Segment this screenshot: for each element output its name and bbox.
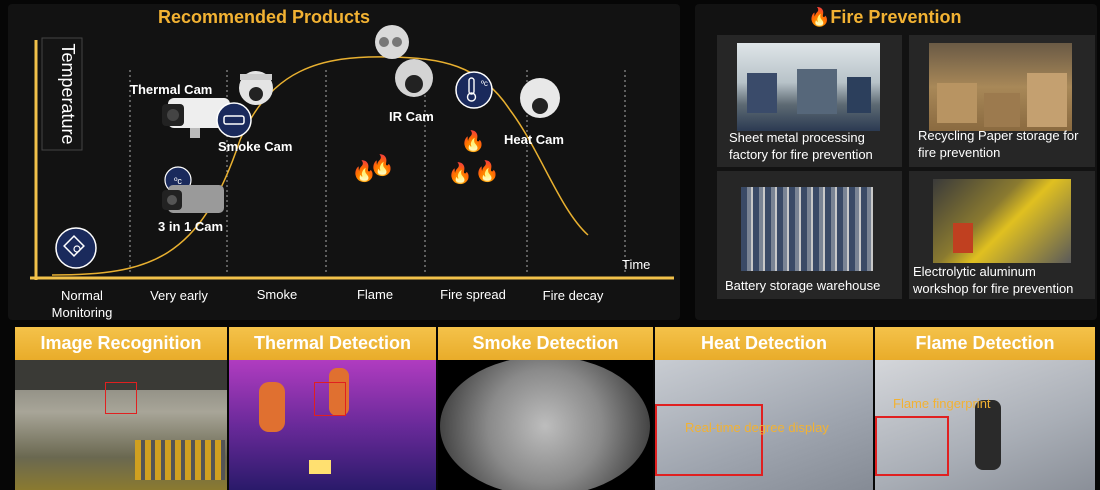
fire-prevention-title: Fire Prevention bbox=[830, 7, 962, 27]
product-label-smoke: Smoke Cam bbox=[218, 139, 293, 154]
product-label-ir: IR Cam bbox=[389, 109, 434, 124]
detection-tile-heat[interactable]: Heat Detection Real-time degree display bbox=[655, 327, 873, 490]
paper-storage-photo bbox=[929, 43, 1072, 131]
product-label-thermal: Thermal Cam bbox=[130, 82, 213, 97]
smoke-fisheye-photo bbox=[438, 360, 653, 490]
x-axis-label: Time bbox=[622, 257, 650, 272]
card-caption: Battery storage warehouse bbox=[725, 278, 881, 293]
svg-text:ºc: ºc bbox=[174, 176, 182, 186]
stage-label-very-early: Very early bbox=[150, 288, 208, 303]
heat-photo: Real-time degree display bbox=[655, 360, 873, 490]
overlay-label: Real-time degree display bbox=[685, 420, 829, 435]
product-label-3in1: 3 in 1 Cam bbox=[158, 219, 224, 234]
stage-label-fire-spread: Fire spread bbox=[440, 287, 506, 302]
fire-prevention-card-aluminum[interactable]: Electrolytic aluminum workshop for fire … bbox=[909, 171, 1095, 299]
detection-tile-flame[interactable]: Flame Detection Flame fingerprint bbox=[875, 327, 1095, 490]
flame-photo: Flame fingerprint bbox=[875, 360, 1095, 490]
detection-title: Image Recognition bbox=[15, 327, 227, 360]
smoke-camera-icon bbox=[216, 102, 252, 138]
flame-icon: 🔥 bbox=[808, 7, 831, 27]
product-label-heat: Heat Cam bbox=[504, 132, 564, 147]
3in1-camera-icon: ºc bbox=[162, 166, 224, 213]
image-recognition-photo bbox=[15, 360, 227, 490]
detection-title: Flame Detection bbox=[875, 327, 1095, 360]
svg-text:🔥: 🔥 bbox=[475, 159, 500, 183]
image-recognition-icon bbox=[55, 227, 97, 269]
detection-title: Smoke Detection bbox=[438, 327, 653, 360]
card-caption: Recycling Paper storage for fire prevent… bbox=[918, 128, 1079, 160]
stage-label-smoke: Smoke bbox=[256, 287, 298, 302]
svg-text:ºc: ºc bbox=[481, 79, 488, 88]
detection-tile-smoke[interactable]: Smoke Detection bbox=[438, 327, 653, 490]
overlay-label: Flame fingerprint bbox=[893, 396, 991, 411]
fire-prevention-card-paper[interactable]: Recycling Paper storage for fire prevent… bbox=[909, 35, 1095, 167]
svg-text:🔥: 🔥 bbox=[448, 161, 473, 185]
card-caption: Sheet metal processing factory for fire … bbox=[729, 130, 873, 162]
y-axis-label: Temperature bbox=[58, 43, 78, 144]
detection-title: Heat Detection bbox=[655, 327, 873, 360]
detection-tile-image-recognition[interactable]: Image Recognition bbox=[15, 327, 227, 490]
svg-text:🔥: 🔥 bbox=[461, 129, 486, 153]
stage-label-fire-decay: Fire decay bbox=[542, 288, 604, 303]
fire-stage-diagram: Temperature Time ºc ºc 🔥 🔥 🔥 🔥 🔥 bbox=[30, 25, 674, 280]
card-caption: Electrolytic aluminum workshop for fire … bbox=[913, 264, 1074, 296]
detection-title: Thermal Detection bbox=[229, 327, 436, 360]
fire-prevention-card-sheet-metal[interactable]: Sheet metal processing factory for fire … bbox=[717, 35, 902, 167]
stage-label-flame: Flame bbox=[356, 287, 394, 302]
smoke-dome-camera bbox=[239, 71, 273, 105]
fire-prevention-title-row: 🔥Fire Prevention bbox=[808, 7, 961, 28]
heat-camera-icon: ºc bbox=[455, 71, 560, 118]
aluminum-workshop-photo bbox=[933, 179, 1071, 263]
thermal-photo bbox=[229, 360, 436, 490]
battery-warehouse-photo bbox=[741, 187, 873, 271]
ir-camera-icon bbox=[375, 25, 433, 97]
detection-tile-thermal[interactable]: Thermal Detection bbox=[229, 327, 436, 490]
stage-label-normal: Normal Monitoring bbox=[51, 288, 113, 320]
fire-prevention-card-battery[interactable]: Battery storage warehouse bbox=[717, 171, 902, 299]
svg-text:🔥: 🔥 bbox=[370, 153, 395, 177]
factory-photo bbox=[737, 43, 880, 131]
